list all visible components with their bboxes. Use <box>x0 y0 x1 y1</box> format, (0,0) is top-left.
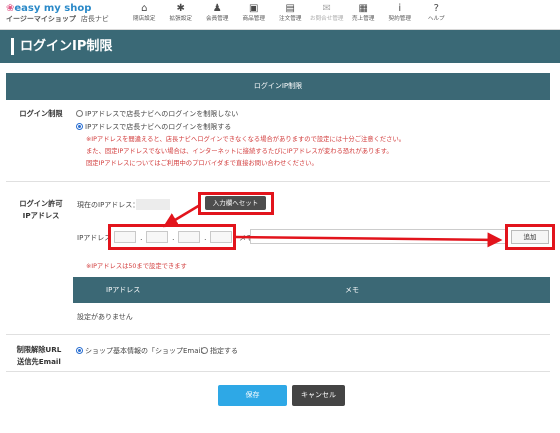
annotation-arrows <box>162 203 503 248</box>
app-logo[interactable]: ❀easy my shop イージーマイショップ 店長ナビ <box>6 3 118 27</box>
row-divider <box>6 181 550 182</box>
unlock-email-label: 制限解除URL 送信先Email <box>16 345 62 366</box>
radio-limit-off[interactable]: IPアドレスで店長ナビへのログインを制限しない <box>76 109 238 119</box>
nav-item-inquiries[interactable]: ✉ お問合せ管理 <box>309 2 346 28</box>
gift-icon: ▣ <box>249 3 259 14</box>
ip-limit-note: ※IPアドレスは50まで設定できます <box>86 263 187 270</box>
nav-item-extended-settings[interactable]: ✱ 拡張設定 <box>163 2 200 28</box>
page-title: ログインIP制限 <box>20 39 113 54</box>
section-heading: ログインIP制限 <box>6 73 550 100</box>
nav-item-members[interactable]: ♟ 会員管理 <box>199 2 236 28</box>
arrow-to-ip-input <box>162 203 201 228</box>
logo-subtitle: イージーマイショップ <box>6 15 76 23</box>
memo-input[interactable] <box>250 229 508 244</box>
current-ip-value-masked <box>136 199 170 210</box>
allowed-ip-label: ログイン許可 IPアドレス <box>19 199 63 220</box>
radio-off-icon[interactable] <box>201 347 208 354</box>
empty-table-message: 設定がありません <box>77 313 133 321</box>
radio-limit-on[interactable]: IPアドレスで店長ナビへのログインを制限する <box>76 122 231 132</box>
radio-on-icon[interactable] <box>76 123 83 130</box>
radio-custom-email[interactable]: 指定する <box>201 346 238 356</box>
user-icon: ♟ <box>212 3 222 14</box>
nav-item-close-settings[interactable]: ⌂ 閉店設定 <box>126 2 163 28</box>
page-title-bar: ログインIP制限 <box>0 30 560 63</box>
highlight-ip-input <box>108 224 236 250</box>
ip-input-label: IPアドレス <box>77 234 112 242</box>
radio-on-icon[interactable] <box>76 347 83 354</box>
mail-icon: ✉ <box>322 3 331 14</box>
logo-text: easy my shop <box>14 3 92 14</box>
info-icon: i <box>398 3 402 14</box>
nav-item-contract[interactable]: i 契約管理 <box>382 2 419 28</box>
login-limit-label: ログイン制限 <box>19 109 63 118</box>
warning-note-1: ※IPアドレスを間違えると、店長ナビへログインできなくなる場合がありますので設定… <box>86 136 406 143</box>
ip-table-header: IPアドレス メモ <box>73 277 550 303</box>
nav-item-sales[interactable]: ▦ 売上管理 <box>345 2 382 28</box>
nav-item-help[interactable]: ? ヘルプ <box>418 2 455 28</box>
main-nav: ⌂ 閉店設定 ✱ 拡張設定 ♟ 会員管理 ▣ 商品管理 ▤ 注文管理 ✉ お問合せ管理 ▦ 売… <box>126 2 455 28</box>
warning-note-2: また、固定IPアドレスでない場合は、インターネットに接続するたびにIPアドレスが… <box>86 148 393 155</box>
highlight-set-button <box>198 192 274 215</box>
nav-item-orders[interactable]: ▤ 注文管理 <box>272 2 309 28</box>
nav-item-products[interactable]: ▣ 商品管理 <box>236 2 273 28</box>
top-header: ❀easy my shop イージーマイショップ 店長ナビ ⌂ 閉店設定 ✱ 拡張設定… <box>0 0 560 30</box>
gear-icon: ✱ <box>176 3 185 14</box>
logo-subtitle-2: 店長ナビ <box>80 15 109 23</box>
radio-off-icon[interactable] <box>76 110 83 117</box>
calculator-icon: ▦ <box>358 3 368 14</box>
row-divider <box>6 334 550 335</box>
save-button[interactable]: 保存 <box>218 385 287 406</box>
home-icon: ⌂ <box>141 3 148 14</box>
help-icon: ? <box>433 3 439 14</box>
document-icon: ▤ <box>285 3 295 14</box>
column-header-memo: メモ <box>345 286 359 294</box>
row-divider <box>6 371 550 372</box>
cancel-button[interactable]: キャンセル <box>292 385 345 406</box>
warning-note-3: 固定IPアドレスについてはご利用中のプロバイダまで直接お問い合わせください。 <box>86 160 318 167</box>
highlight-add-button <box>505 224 555 250</box>
current-ip-label: 現在のIPアドレス： <box>77 201 140 209</box>
radio-shop-email[interactable]: ショップ基本情報の「ショップEmail」 <box>76 346 209 356</box>
title-accent <box>11 38 14 55</box>
column-header-ip: IPアドレス <box>106 286 141 294</box>
